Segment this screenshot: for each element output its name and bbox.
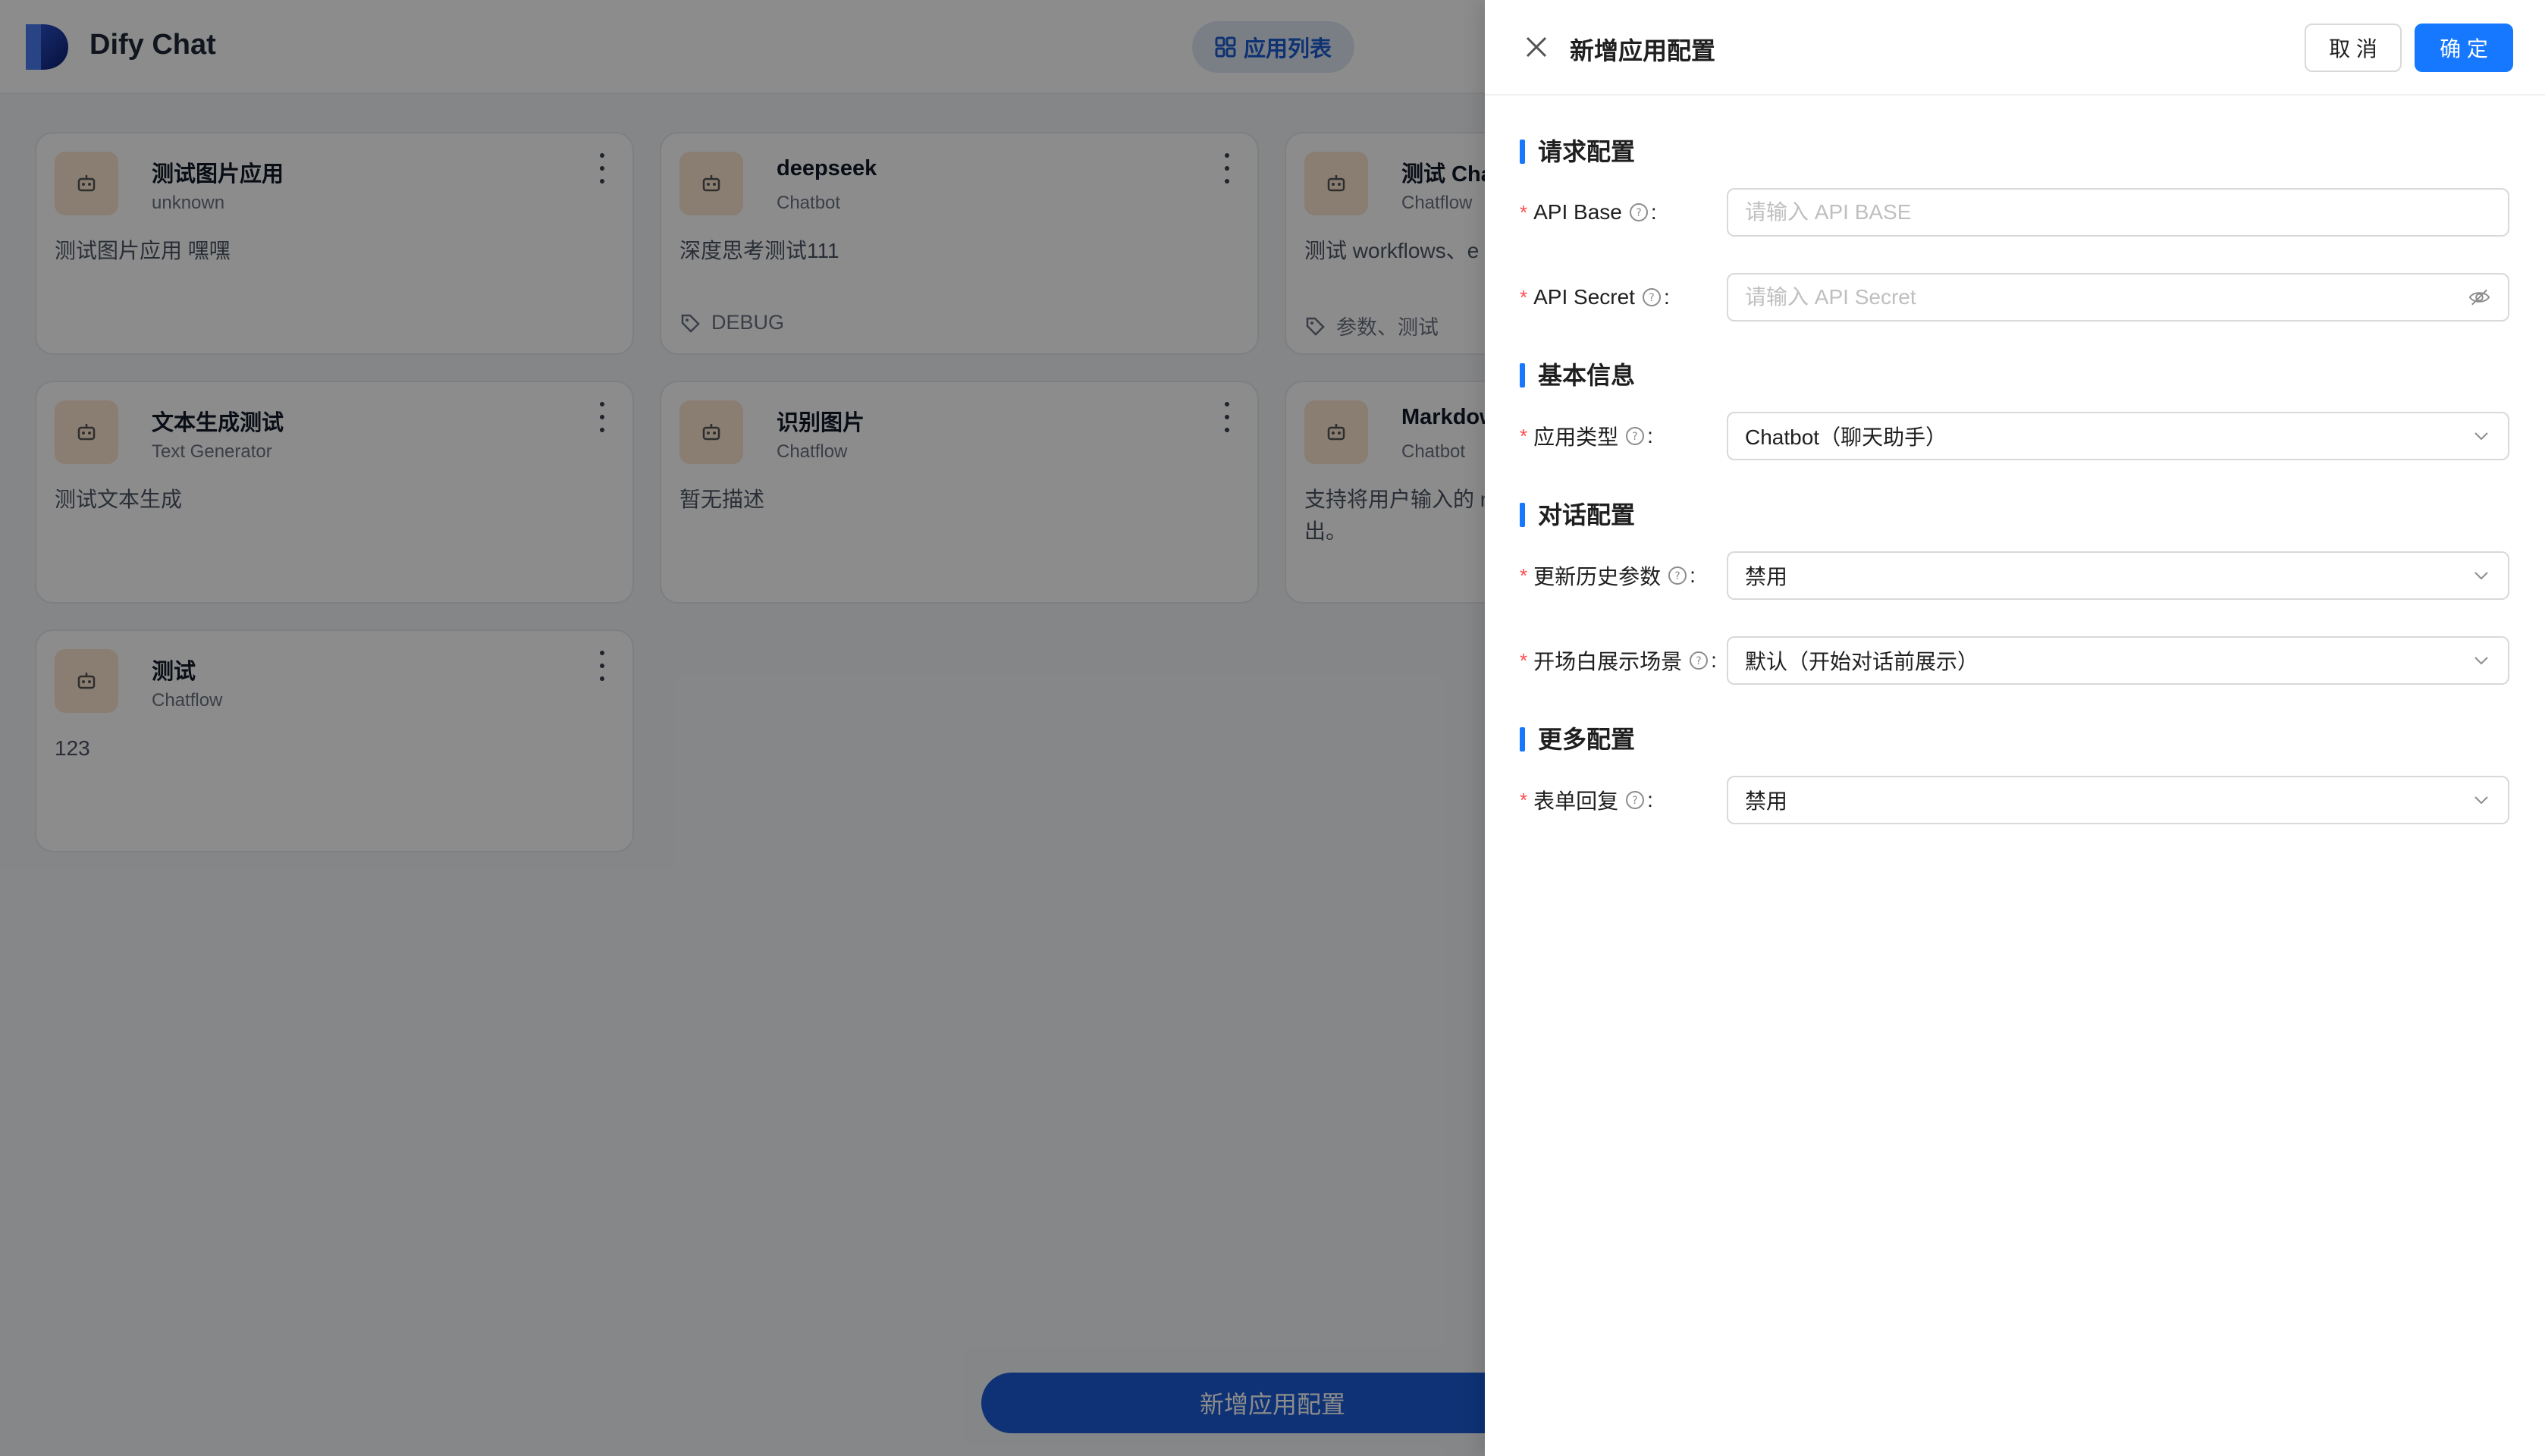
config-drawer: 新增应用配置 取 消 确 定 请求配置 * API Base ? : * API… [1485, 0, 2545, 1456]
svg-text:?: ? [1632, 795, 1637, 807]
opening-scene-label: * 开场白展示场景 ? : [1520, 636, 1717, 685]
update-history-value: 禁用 [1745, 565, 1788, 588]
close-icon[interactable] [1523, 33, 1550, 61]
drawer-header: 新增应用配置 取 消 确 定 [1485, 0, 2545, 96]
api-base-input[interactable] [1745, 190, 2491, 235]
required-mark: * [1520, 285, 1528, 309]
form-reply-label-text: 表单回复 [1533, 789, 1619, 813]
api-base-label-text: API Base [1533, 200, 1622, 224]
form-reply-label: * 表单回复 ? : [1520, 776, 1653, 824]
question-circle-icon[interactable]: ? [1667, 565, 1688, 586]
app-type-select[interactable]: Chatbot（聊天助手） [1727, 412, 2509, 460]
question-circle-icon[interactable]: ? [1624, 789, 1646, 811]
section-more-config: 更多配置 [1520, 726, 1635, 753]
app-type-label: * 应用类型 ? : [1520, 412, 1653, 460]
opening-scene-label-text: 开场白展示场景 [1533, 650, 1683, 673]
svg-text:?: ? [1696, 655, 1701, 667]
section-basic-info: 基本信息 [1520, 362, 1635, 389]
api-secret-label: * API Secret ? : [1520, 285, 1670, 309]
chevron-down-icon [2474, 796, 2488, 805]
update-history-label: * 更新历史参数 ? : [1520, 551, 1696, 600]
section-conversation-config: 对话配置 [1520, 501, 1635, 529]
question-circle-icon[interactable]: ? [1688, 650, 1709, 671]
form-reply-select[interactable]: 禁用 [1727, 776, 2509, 824]
api-secret-input[interactable] [1745, 275, 2468, 320]
app-type-value: Chatbot（聊天助手） [1745, 425, 1947, 449]
svg-text:?: ? [1674, 570, 1680, 582]
svg-text:?: ? [1632, 431, 1637, 443]
api-secret-field[interactable] [1727, 273, 2509, 322]
question-circle-icon[interactable]: ? [1641, 287, 1662, 308]
chevron-down-icon [2474, 657, 2488, 665]
chevron-down-icon [2474, 572, 2488, 580]
drawer-title: 新增应用配置 [1570, 37, 1716, 64]
required-mark: * [1520, 200, 1528, 224]
confirm-button[interactable]: 确 定 [2415, 24, 2513, 72]
required-mark: * [1520, 424, 1528, 447]
question-circle-icon[interactable]: ? [1628, 202, 1649, 223]
question-circle-icon[interactable]: ? [1624, 425, 1646, 447]
api-base-field[interactable] [1727, 188, 2509, 237]
chevron-down-icon [2474, 432, 2488, 441]
form-reply-value: 禁用 [1745, 789, 1788, 813]
update-history-label-text: 更新历史参数 [1533, 565, 1662, 588]
svg-text:?: ? [1649, 292, 1654, 304]
required-mark: * [1520, 563, 1528, 587]
cancel-button[interactable]: 取 消 [2305, 24, 2402, 72]
svg-text:?: ? [1636, 207, 1641, 219]
section-request-config: 请求配置 [1520, 138, 1635, 165]
required-mark: * [1520, 648, 1528, 672]
update-history-select[interactable]: 禁用 [1727, 551, 2509, 600]
required-mark: * [1520, 788, 1528, 811]
app-type-label-text: 应用类型 [1533, 425, 1619, 449]
api-secret-label-text: API Secret [1533, 285, 1635, 309]
opening-scene-value: 默认（开始对话前展示） [1745, 650, 1979, 673]
opening-scene-select[interactable]: 默认（开始对话前展示） [1727, 636, 2509, 685]
api-base-label: * API Base ? : [1520, 200, 1657, 224]
eye-invisible-icon[interactable] [2468, 285, 2491, 309]
